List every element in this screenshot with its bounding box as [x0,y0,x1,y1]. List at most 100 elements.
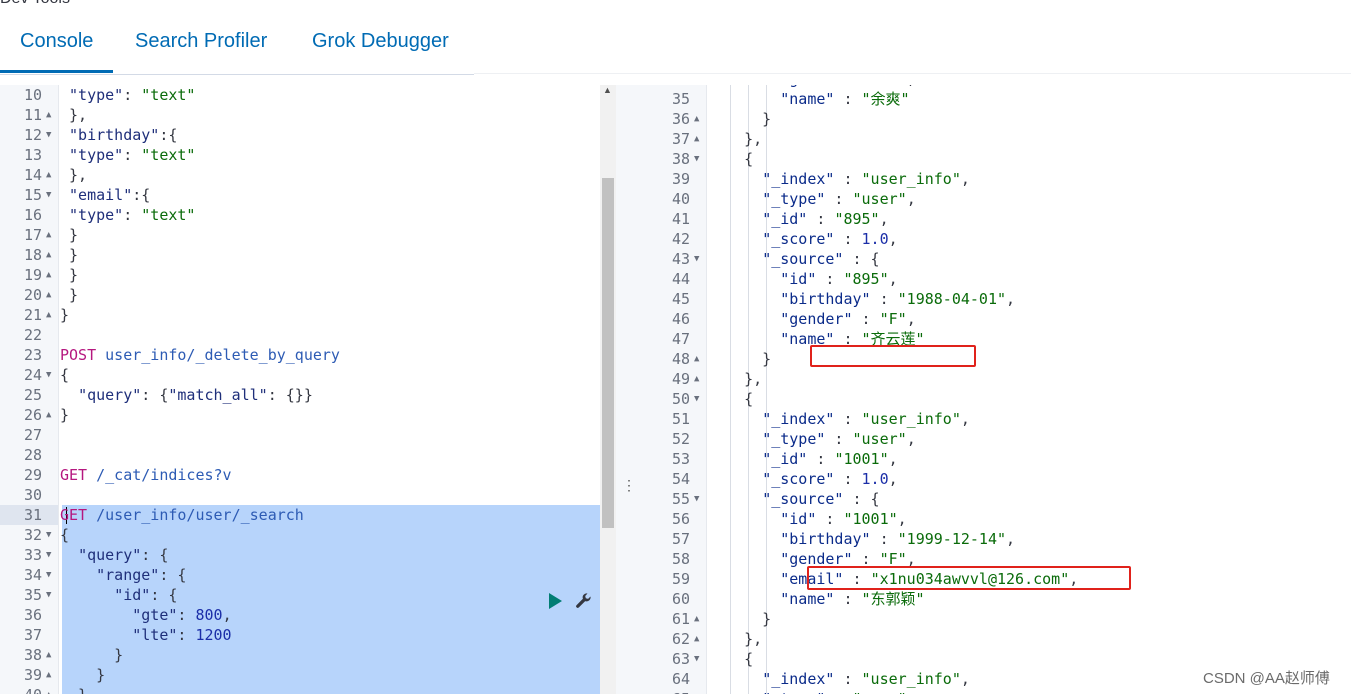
code-token: { [708,390,754,408]
tab-console[interactable]: Console [0,30,114,73]
code-line: { [708,149,753,169]
code-line: { [708,389,753,409]
line-number: 46 [671,310,690,328]
line-number: 62 [671,630,690,648]
fold-down-icon[interactable]: ▼ [694,249,699,269]
code-token: "_score" [762,230,835,248]
tab-grok-debugger[interactable]: Grok Debugger [312,30,449,53]
fold-up-icon[interactable]: ▲ [46,105,51,125]
code-token: } [708,110,772,128]
code-token: , [960,410,970,428]
play-icon[interactable] [545,591,565,611]
fold-up-icon[interactable]: ▲ [46,165,51,185]
line-number: 41 [671,210,690,228]
request-editor[interactable]: 10 11 ▲ 12 ▼ 13 14 ▲ 15 ▼ 16 17 ▲ 18 ▲ 19 ▲ 20 ▲ 21 ▲ 22 23 24 ▼… [0,85,616,694]
code-line: "query": { [60,545,168,565]
code-token: , [897,510,907,528]
code-line: "birthday" : "1988-04-01", [708,289,1015,309]
fold-up-icon[interactable]: ▲ [46,245,51,265]
line-number: 11 [23,106,42,124]
fold-down-icon[interactable]: ▼ [694,489,699,509]
wrench-icon[interactable] [574,591,594,611]
code-token: "_score" [762,470,835,488]
code-token: : [123,86,142,104]
fold-up-icon[interactable]: ▲ [694,349,699,369]
line-number: 35 [671,90,690,108]
fold-down-icon[interactable]: ▼ [694,649,699,669]
line-number: 36 [671,110,690,128]
fold-up-icon[interactable]: ▲ [694,369,699,389]
line-number: 39 [671,170,690,188]
scroll-up-arrow-icon[interactable]: ▲ [603,85,612,95]
line-number: 31 [23,506,42,524]
fold-up-icon[interactable]: ▲ [46,665,51,685]
code-token: , [906,430,916,448]
code-line: "_score" : 1.0, [708,469,897,489]
fold-up-icon[interactable]: ▲ [694,609,699,629]
tab-search-profiler[interactable]: Search Profiler [135,30,267,53]
fold-up-icon[interactable]: ▲ [694,629,699,649]
fold-down-icon[interactable]: ▼ [694,149,699,169]
fold-down-icon[interactable]: ▼ [46,365,51,385]
line-number: 58 [671,550,690,568]
line-number: 19 [23,266,42,284]
code-token: : { [141,546,169,564]
fold-down-icon[interactable]: ▼ [46,545,51,565]
line-number: 28 [23,446,42,464]
code-line: }, [60,105,87,125]
code-token: /_cat/indices?v [96,466,232,484]
code-token: "_type" [762,190,826,208]
code-token: , [1006,290,1016,308]
code-line: GET /_cat/indices?v [60,465,232,485]
line-number: 65 [634,689,690,694]
fold-up-icon[interactable]: ▲ [46,225,51,245]
code-token: "余爽" [861,90,910,108]
fold-up-icon[interactable]: ▲ [46,265,51,285]
line-number: 53 [671,450,690,468]
code-line: "_id" : "895", [708,209,888,229]
code-token: : [123,206,142,224]
line-number: 54 [671,470,690,488]
fold-down-icon[interactable]: ▼ [694,389,699,409]
line-number: 59 [671,570,690,588]
code-token: } [60,666,106,684]
code-token: "_index" [762,410,835,428]
fold-up-icon[interactable]: ▲ [46,285,51,305]
fold-down-icon[interactable]: ▼ [46,565,51,585]
fold-up-icon[interactable]: ▲ [46,685,51,694]
code-token: "F" [880,85,907,88]
code-token: : [816,510,844,528]
code-token: : [853,85,880,88]
fold-up-icon[interactable]: ▲ [46,405,51,425]
watermark: CSDN @AA赵师傅 [1203,670,1330,687]
fold-down-icon[interactable]: ▼ [46,585,51,605]
fold-up-icon[interactable]: ▲ [694,129,699,149]
code-line: } [708,109,771,129]
fold-down-icon[interactable]: ▼ [46,125,51,145]
fold-up-icon[interactable]: ▲ [46,645,51,665]
fold-up-icon[interactable]: ▲ [46,305,51,325]
code-line: "_source" : { [708,489,879,509]
response-viewer[interactable]: 343536▲37▲38▼3940414243▼4445464748▲49▲50… [634,85,1351,694]
fold-down-icon[interactable]: ▼ [46,185,51,205]
fold-up-icon[interactable]: ▲ [694,109,699,129]
code-token: } [708,610,772,628]
line-number: 57 [671,530,690,548]
code-token: :{ [132,186,151,204]
code-line: }, [60,165,87,185]
line-number: 24 [23,366,42,384]
request-scrollbar-thumb[interactable] [602,178,614,528]
fold-down-icon[interactable]: ▼ [46,525,51,545]
request-code[interactable]: "type": "text" }, "birthday":{ "type": "… [60,85,600,694]
code-token: "895" [843,270,889,288]
tab-bar: Console Search Profiler Grok Debugger [0,12,474,75]
code-token: 800 [195,606,223,624]
code-line: }, [708,129,762,149]
code-token: , [906,190,916,208]
pane-resizer[interactable] [616,85,634,694]
